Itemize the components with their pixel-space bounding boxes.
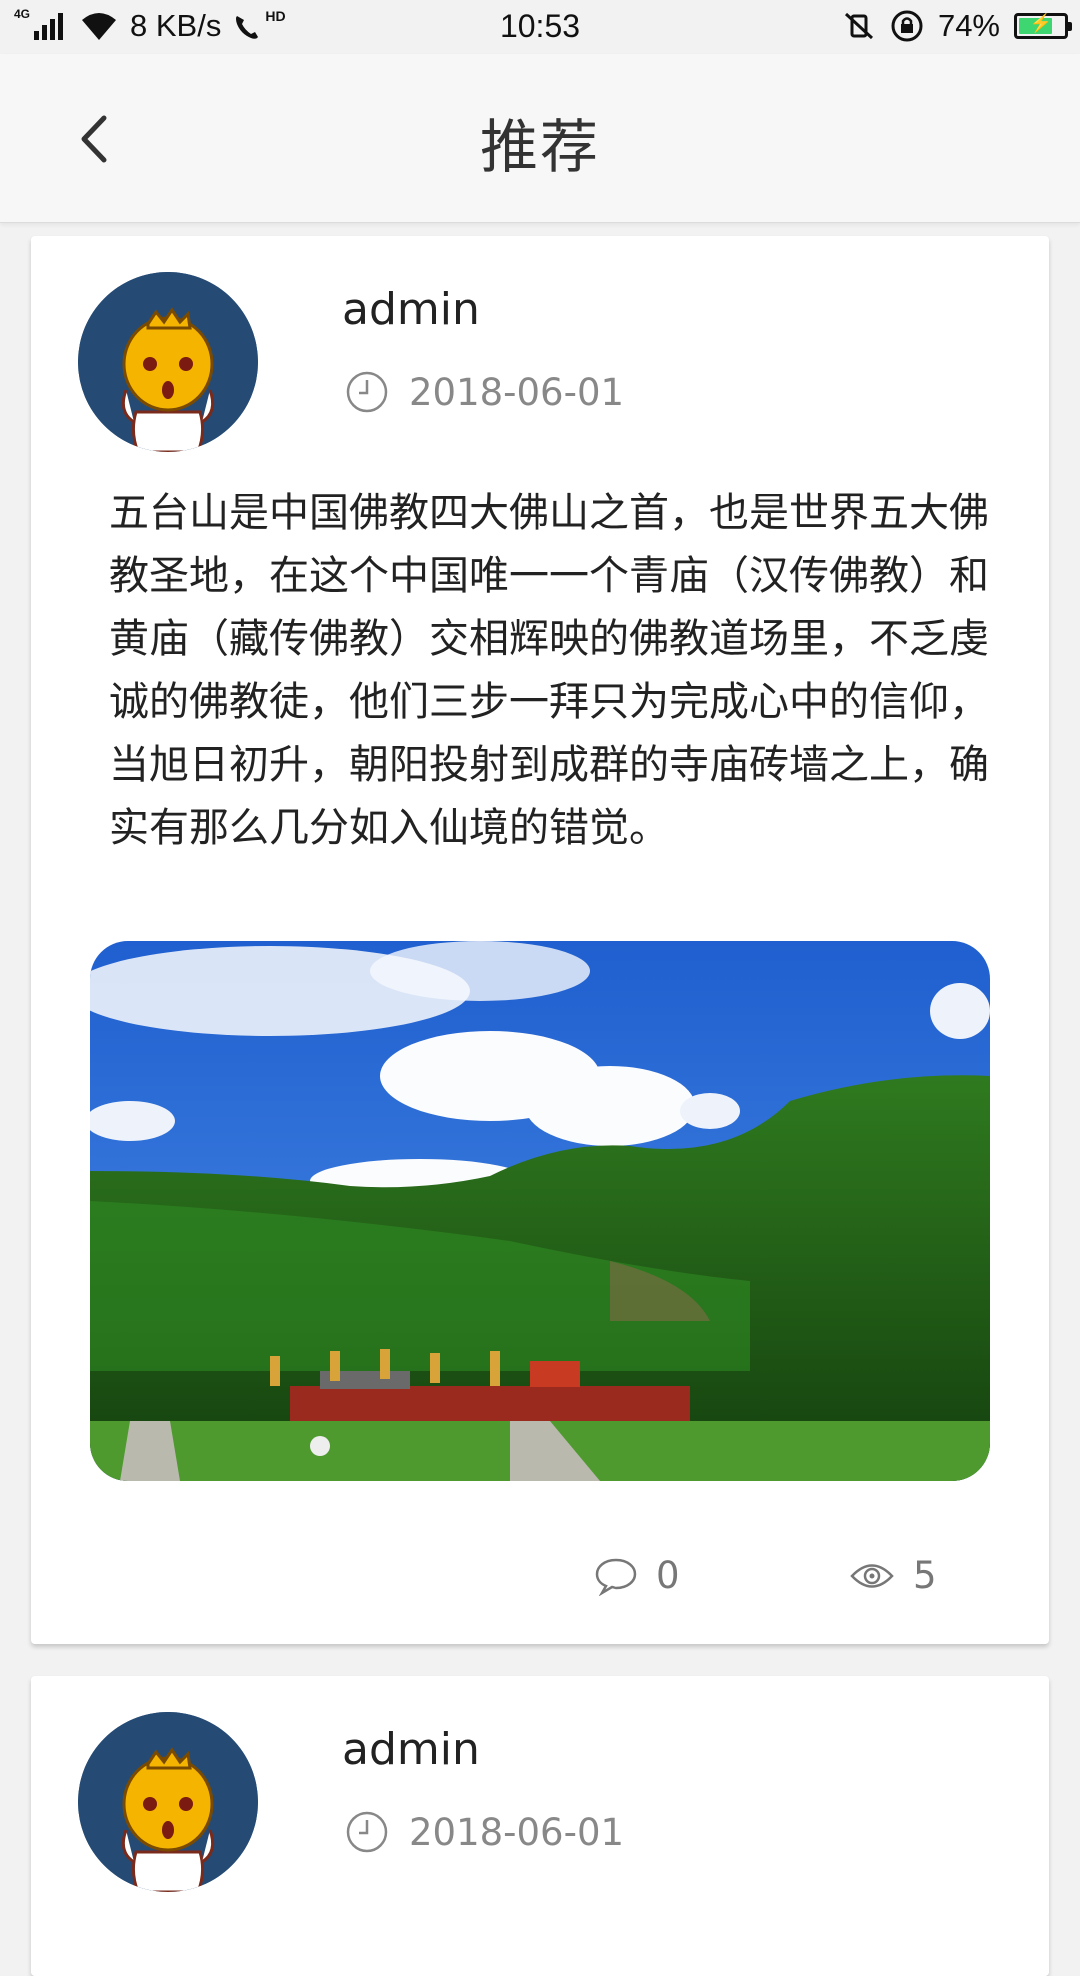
- post-card[interactable]: admin 2018-06-01: [31, 1676, 1049, 1976]
- cartoon-avatar-icon: [78, 272, 258, 452]
- post-date: 2018-06-01: [345, 1810, 624, 1854]
- clock-icon: [346, 1811, 388, 1853]
- date-text: 2018-06-01: [409, 1810, 625, 1854]
- rotation-lock-icon: [891, 10, 923, 42]
- mute-vibrate-icon: [844, 12, 873, 40]
- battery-percent: 74%: [937, 8, 1000, 43]
- post-card[interactable]: admin 2018-06-01 五台山是中国佛教四大佛山之首，也是世界五大佛教…: [31, 236, 1049, 1644]
- post-content: 五台山是中国佛教四大佛山之首，也是世界五大佛教圣地，在这个中国唯一一个青庙（汉传…: [109, 490, 989, 851]
- author-name[interactable]: admin: [342, 1724, 480, 1775]
- date-text: 2018-06-01: [409, 370, 625, 414]
- status-right: 74% ⚡: [828, 8, 1072, 44]
- views-stat: 5: [849, 1554, 937, 1597]
- nav-bar: 推荐: [0, 54, 1080, 223]
- status-bar: 4G 8 KB/s HD 10:53 74% ⚡: [0, 0, 1080, 54]
- comment-icon: [595, 1558, 637, 1596]
- author-name[interactable]: admin: [342, 284, 480, 335]
- page-title: 推荐: [479, 113, 600, 181]
- battery-icon: ⚡: [1014, 13, 1072, 39]
- avatar[interactable]: [78, 1712, 258, 1892]
- post-stats: 0 5: [31, 1554, 1049, 1604]
- cartoon-avatar-icon: [78, 1712, 258, 1892]
- view-count: 5: [913, 1554, 937, 1597]
- comments-button[interactable]: 0: [594, 1554, 680, 1597]
- landscape-photo: [90, 941, 990, 1481]
- clock-icon: [346, 371, 388, 413]
- avatar[interactable]: [78, 272, 258, 452]
- post-image[interactable]: [90, 941, 990, 1481]
- comment-count: 0: [656, 1554, 680, 1597]
- post-date: 2018-06-01: [345, 370, 624, 414]
- eye-icon: [850, 1563, 894, 1588]
